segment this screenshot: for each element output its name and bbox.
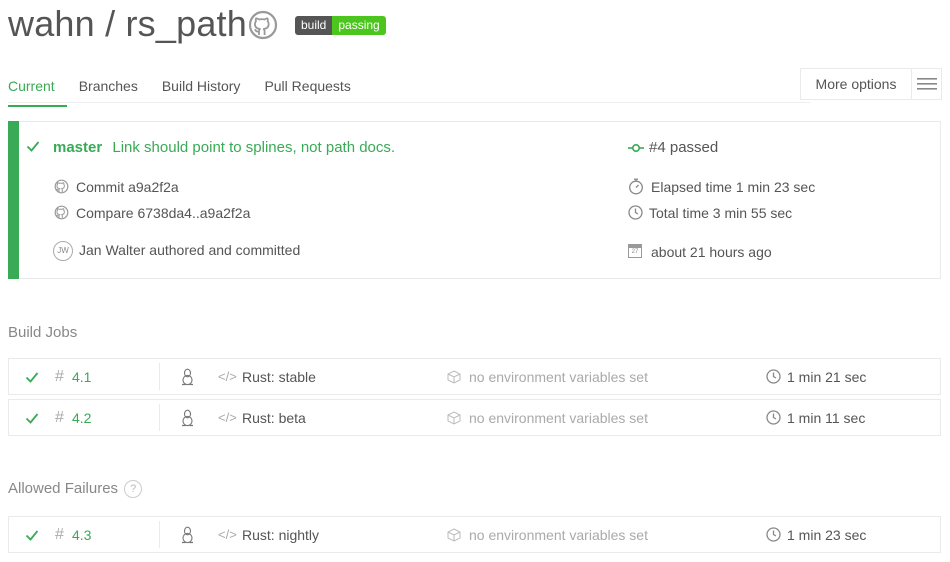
code-icon: </> [218,410,237,425]
job-row[interactable]: # 4.1 </> Rust: stable no environment va… [8,358,941,395]
code-icon: </> [218,369,237,384]
job-divider [159,404,160,431]
check-icon [25,517,39,552]
author-text: Jan Walter authored and committed [79,242,301,258]
title-separator: / [94,3,126,44]
job-divider [159,521,160,548]
github-icon[interactable] [248,10,278,40]
compare-icon [54,205,69,220]
hamburger-icon[interactable] [912,69,941,99]
box-icon [447,400,461,435]
linux-icon [180,400,195,435]
job-divider [159,363,160,390]
allowed-failures-title: Allowed Failures ? [8,480,143,498]
box-icon [447,517,461,552]
check-icon [25,400,39,435]
repo-name[interactable]: rs_path [125,3,246,44]
build-jobs-title: Build Jobs [8,324,78,341]
linux-icon [180,359,195,394]
stopwatch-icon [628,178,644,195]
author-avatar: JW [53,241,73,261]
job-env: no environment variables set [469,409,648,426]
job-language: Rust: beta [242,409,306,426]
branch-line: master Link should point to splines, not… [53,139,395,156]
branch-name[interactable]: master [53,139,102,156]
build-status-badge[interactable]: build passing [295,16,386,35]
job-number[interactable]: 4.1 [72,359,91,394]
job-number[interactable]: 4.2 [72,400,91,435]
calendar-icon: 27 [628,244,642,258]
help-icon[interactable]: ? [124,480,143,498]
commit-message[interactable]: Link should point to splines, not path d… [112,139,395,156]
clock-icon [766,517,781,552]
job-row[interactable]: # 4.3 </> Rust: nightly no environment v… [8,516,941,553]
build-number-status[interactable]: #4 passed [649,139,718,156]
hash-icon: # [55,525,64,543]
job-duration: 1 min 23 sec [787,526,867,543]
badge-status: passing [332,16,386,35]
job-row[interactable]: # 4.2 </> Rust: beta no environment vari… [8,399,941,436]
clock-icon [628,205,643,220]
commit-link[interactable]: Commit a9a2f2a [76,179,179,195]
job-env: no environment variables set [469,368,648,385]
tabs-divider [8,102,810,103]
calendar-day: 27 [631,249,639,255]
check-icon [26,139,40,153]
build-time-ago: about 21 hours ago [651,244,772,260]
repo-owner[interactable]: wahn [8,3,95,44]
more-options-label[interactable]: More options [801,69,912,99]
commit-node-icon [628,143,644,153]
job-number[interactable]: 4.3 [72,517,91,552]
elapsed-time: Elapsed time 1 min 23 sec [651,179,816,195]
linux-icon [180,517,195,552]
job-language: Rust: stable [242,368,316,385]
allowed-failures-label: Allowed Failures [8,480,119,497]
job-language: Rust: nightly [242,526,320,543]
box-icon [447,359,461,394]
repo-title[interactable]: wahn / rs_path [8,3,247,45]
clock-icon [766,400,781,435]
commit-icon [54,179,69,194]
compare-link[interactable]: Compare 6738da4..a9a2f2a [76,205,250,221]
check-icon [25,359,39,394]
clock-icon [766,359,781,394]
hash-icon: # [55,408,64,426]
badge-label: build [295,16,333,35]
code-icon: </> [218,527,237,542]
job-duration: 1 min 21 sec [787,368,867,385]
more-options-button[interactable]: More options [800,68,942,100]
status-bar [8,121,19,279]
hash-icon: # [55,367,64,385]
total-time: Total time 3 min 55 sec [649,205,793,221]
job-env: no environment variables set [469,526,648,543]
job-duration: 1 min 11 sec [787,409,866,426]
